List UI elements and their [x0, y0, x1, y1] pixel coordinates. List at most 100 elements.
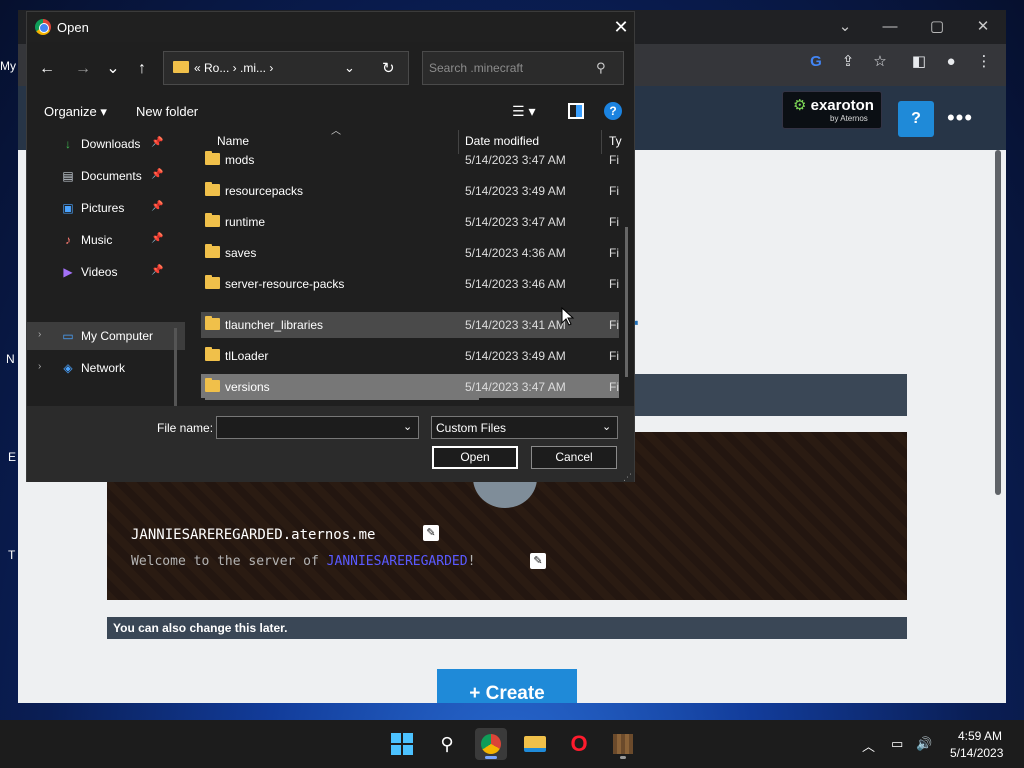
maximize-button[interactable]: ▢ — [925, 16, 949, 38]
navigation-pane: ↓ Downloads 📌 ▤ Documents 📌 ▣ Pictures 📌… — [27, 128, 187, 406]
address-dropdown-button[interactable]: ⌄ — [344, 60, 355, 76]
desktop-icon-label[interactable]: N — [6, 352, 15, 366]
list-item[interactable]: server-resource-packs 5/14/2023 3:46 AM … — [201, 271, 619, 297]
profile-icon[interactable]: ● — [941, 52, 961, 72]
sidebar-icon[interactable]: ◧ — [909, 52, 929, 72]
picture-icon: ▣ — [62, 201, 74, 215]
taskbar-chrome[interactable] — [475, 728, 507, 760]
dialog-title: Open — [57, 20, 89, 35]
search-taskbar-button[interactable]: ⚲ — [431, 728, 463, 760]
start-button[interactable] — [386, 728, 418, 760]
window-close-button[interactable]: ✕ — [971, 16, 995, 38]
change-view-button[interactable]: ☰ ▾ — [512, 103, 535, 120]
site-more-button[interactable]: ••• — [942, 106, 978, 130]
list-item[interactable]: resourcepacks 5/14/2023 3:49 AM Fi — [201, 178, 619, 204]
windows-icon — [391, 733, 413, 755]
breadcrumb[interactable]: « Ro... › .mi... › — [194, 61, 273, 75]
taskbar-opera[interactable]: O — [563, 728, 595, 760]
help-icon[interactable]: ? — [604, 102, 622, 120]
nav-item-music[interactable]: ♪ Music 📌 — [27, 226, 185, 254]
search-input[interactable] — [429, 58, 589, 78]
clock-date[interactable]: 5/14/2023 — [950, 746, 1003, 760]
server-motd: Welcome to the server of JANNIESAREREGAR… — [131, 554, 476, 569]
network-icon: ◈ — [63, 361, 73, 375]
desktop-icon-label[interactable]: E — [8, 450, 16, 464]
nav-scrollbar[interactable] — [174, 328, 177, 406]
nav-item-documents[interactable]: ▤ Documents 📌 — [27, 162, 185, 190]
chrome-icon — [481, 734, 501, 754]
tab-list-button[interactable]: ⌄ — [833, 16, 857, 38]
brand-name: ⚙ exaroton — [793, 97, 874, 114]
bookmark-star-icon[interactable]: ☆ — [870, 52, 890, 72]
mouse-cursor-icon — [561, 307, 575, 326]
edit-motd-icon[interactable]: ✎ — [530, 553, 546, 569]
nav-item-downloads[interactable]: ↓ Downloads 📌 — [27, 130, 185, 158]
file-name-input[interactable] — [221, 419, 391, 436]
list-item[interactable]: runtime 5/14/2023 3:47 AM Fi — [201, 209, 619, 235]
minimize-button[interactable]: — — [878, 16, 902, 38]
file-type-select[interactable]: Custom Files ⌄ — [431, 416, 618, 439]
network-status-icon[interactable]: ▭ — [891, 736, 903, 752]
expand-chevron-icon[interactable]: › — [38, 361, 41, 372]
organize-button[interactable]: Organize ▾ — [44, 104, 107, 120]
desktop-fragment-text: My — [0, 59, 16, 73]
search-icon: ⚲ — [440, 734, 454, 754]
desktop-icon-label[interactable]: T — [8, 548, 15, 562]
file-name-combobox[interactable]: ⌄ — [216, 416, 419, 439]
list-item[interactable]: versions 5/14/2023 3:47 AM Fi — [201, 374, 619, 398]
page-scrollbar[interactable] — [995, 150, 1001, 495]
forward-button[interactable]: → — [71, 58, 95, 80]
search-box[interactable]: ⚲ — [422, 51, 624, 85]
recent-locations-button[interactable]: ⌄ — [101, 58, 125, 80]
chevron-down-icon[interactable]: ⌄ — [602, 420, 611, 433]
refresh-button[interactable]: ↻ — [382, 59, 395, 77]
document-icon: ▤ — [62, 169, 74, 183]
change-later-note: You can also change this later. — [107, 617, 907, 639]
clock-time[interactable]: 4:59 AM — [958, 729, 1002, 743]
expand-chevron-icon[interactable]: › — [38, 329, 41, 340]
open-button[interactable]: Open — [432, 446, 518, 469]
file-list-vertical-scrollbar[interactable] — [625, 227, 628, 377]
exaroton-logo[interactable]: ⚙ exaroton by Aternos — [782, 91, 882, 129]
back-button[interactable]: ← — [35, 58, 59, 80]
folder-icon — [205, 151, 220, 165]
opera-icon: O — [570, 731, 588, 756]
list-item[interactable]: tlLoader 5/14/2023 3:49 AM Fi — [201, 343, 619, 369]
server-address: JANNIESAREREGARDED.aternos.me — [131, 527, 376, 543]
nav-item-network[interactable]: › ◈ Network — [27, 354, 185, 382]
volume-icon[interactable]: 🔊 — [916, 736, 932, 752]
nav-item-pictures[interactable]: ▣ Pictures 📌 — [27, 194, 185, 222]
taskbar-minecraft[interactable] — [607, 728, 639, 760]
share-icon[interactable]: ⇪ — [838, 52, 858, 72]
create-button[interactable]: + Create — [437, 669, 577, 703]
folder-icon — [205, 213, 220, 227]
address-bar[interactable]: « Ro... › .mi... › ⌄ ↻ — [163, 51, 409, 85]
folder-icon — [205, 347, 220, 361]
motd-name: JANNIESAREREGARDED — [326, 554, 468, 569]
nav-item-my-computer[interactable]: › ▭ My Computer — [27, 322, 185, 350]
edit-address-icon[interactable]: ✎ — [423, 525, 439, 541]
list-item[interactable]: saves 5/14/2023 4:36 AM Fi — [201, 240, 619, 266]
file-type-value: Custom Files — [436, 421, 507, 435]
chrome-menu-icon[interactable]: ⋮ — [974, 52, 994, 72]
preview-pane-button[interactable] — [568, 103, 584, 119]
video-icon: ▶ — [63, 265, 73, 279]
show-hidden-icons-chevron-icon[interactable]: ︿ — [862, 736, 875, 755]
folder-icon — [524, 736, 546, 752]
list-item[interactable]: mods 5/14/2023 3:47 AM Fi — [201, 147, 619, 173]
search-icon[interactable]: ⚲ — [596, 60, 606, 76]
chevron-down-icon[interactable]: ⌄ — [403, 420, 412, 433]
site-help-button[interactable]: ? — [898, 101, 934, 137]
taskbar-file-explorer[interactable] — [519, 728, 551, 760]
new-folder-button[interactable]: New folder — [136, 104, 198, 119]
pin-icon: 📌 — [151, 265, 164, 276]
nav-item-videos[interactable]: ▶ Videos 📌 — [27, 258, 185, 286]
file-list-horizontal-scrollbar[interactable] — [205, 397, 479, 400]
pin-icon: 📌 — [151, 233, 164, 244]
resize-grip-icon[interactable]: ⋰ — [623, 472, 632, 483]
list-item[interactable]: tlauncher_libraries 5/14/2023 3:41 AM Fi — [201, 312, 619, 338]
cancel-button[interactable]: Cancel — [531, 446, 617, 469]
google-icon[interactable]: G — [806, 52, 826, 72]
up-button[interactable]: ↑ — [130, 58, 154, 80]
dialog-close-button[interactable]: ✕ — [610, 16, 632, 38]
